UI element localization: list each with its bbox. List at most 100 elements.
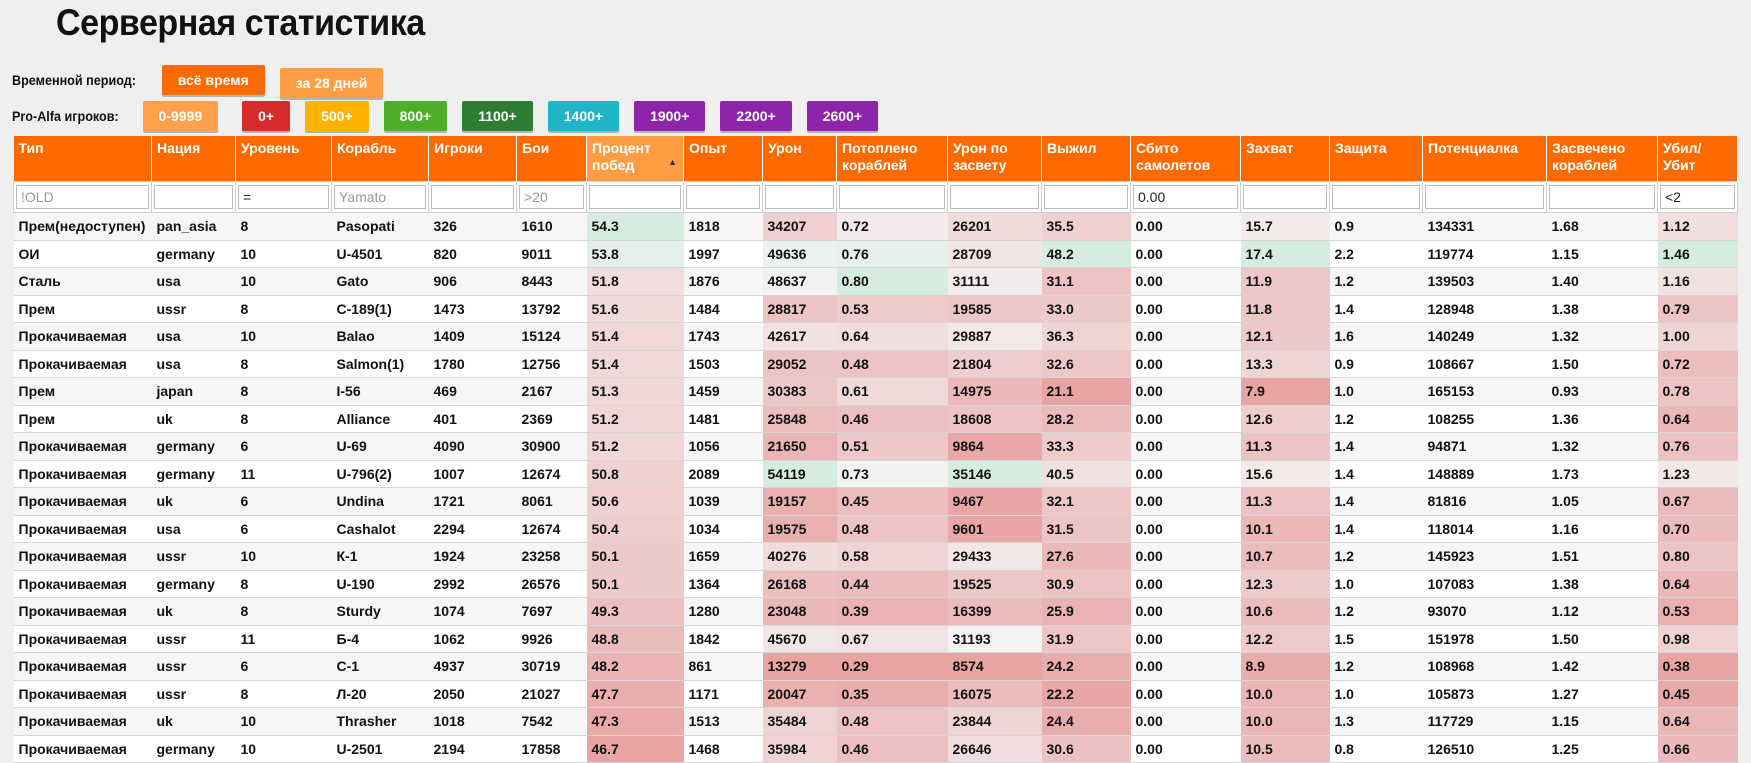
column-filter-input[interactable] bbox=[238, 185, 329, 209]
column-header[interactable]: Сбито самолетов bbox=[1130, 136, 1241, 182]
table-cell: 50.4 bbox=[586, 515, 684, 543]
column-filter-input[interactable] bbox=[16, 185, 149, 209]
column-header[interactable]: Бои bbox=[516, 136, 587, 182]
table-cell: 1.32 bbox=[1546, 322, 1658, 351]
table-cell: Прокачиваемая bbox=[13, 542, 152, 571]
column-filter-input[interactable] bbox=[1133, 185, 1238, 209]
table-cell: 1.12 bbox=[1546, 597, 1658, 626]
column-header[interactable]: Потенциалка bbox=[1422, 136, 1547, 182]
column-header[interactable]: Урон по засвету bbox=[947, 136, 1042, 182]
table-cell: Прокачиваемая bbox=[13, 625, 152, 653]
table-cell: 1876 bbox=[683, 267, 763, 296]
table-cell: 46.7 bbox=[586, 735, 684, 763]
column-header-label: Убил/ Убит bbox=[1663, 140, 1702, 173]
table-cell: 51.8 bbox=[586, 267, 684, 296]
table-cell: 108968 bbox=[1422, 652, 1547, 681]
column-header[interactable]: Тип bbox=[13, 136, 152, 182]
column-header-label: Потенциалка bbox=[1428, 140, 1519, 156]
column-filter-input[interactable] bbox=[950, 185, 1039, 209]
column-filter-input[interactable] bbox=[1243, 185, 1327, 209]
table-row: Прокачиваемая germany 8 U-190 2992 26576 50.1 1… bbox=[13, 570, 1738, 598]
column-header[interactable]: Уровень bbox=[235, 136, 332, 182]
table-cell: japan bbox=[151, 377, 236, 406]
table-cell: U-69 bbox=[331, 432, 429, 461]
column-header[interactable]: Потоплено кораблей bbox=[836, 136, 948, 182]
table-cell: 1.51 bbox=[1546, 542, 1658, 571]
column-filter-input[interactable] bbox=[1425, 185, 1544, 209]
column-header[interactable]: Игроки bbox=[428, 136, 517, 182]
players-0-9999-button[interactable]: 0-9999 bbox=[142, 101, 219, 131]
header-row: Тип Нация Уровень Корабль Игроки Бои Процент п… bbox=[13, 136, 1738, 182]
column-filter-cell bbox=[683, 181, 763, 213]
column-header[interactable]: Урон bbox=[762, 136, 837, 182]
players-800-plus-button[interactable]: 800+ bbox=[383, 101, 448, 131]
table-cell: 107083 bbox=[1422, 570, 1547, 598]
column-header[interactable]: Засвечено кораблей bbox=[1546, 136, 1658, 182]
column-filter-input[interactable] bbox=[1044, 185, 1128, 209]
players-2600-plus-button[interactable]: 2600+ bbox=[806, 101, 879, 131]
column-header[interactable]: Выжил bbox=[1041, 136, 1131, 182]
column-filter-input[interactable] bbox=[154, 185, 233, 209]
table-cell: 1468 bbox=[683, 735, 763, 763]
table-cell: 31.9 bbox=[1041, 625, 1131, 653]
table-cell: 15.7 bbox=[1240, 212, 1330, 241]
table-row: Прем ussr 8 С-189(1) 1473 13792 51.6 1484 28817 0… bbox=[13, 295, 1738, 323]
table-cell: 1.5 bbox=[1329, 625, 1423, 653]
column-header[interactable]: Защита bbox=[1329, 136, 1423, 182]
table-cell: 0.9 bbox=[1329, 350, 1423, 378]
column-filter-cell bbox=[13, 181, 152, 213]
column-header[interactable]: Корабль bbox=[331, 136, 429, 182]
column-header[interactable]: Нация bbox=[151, 136, 236, 182]
table-cell: 1018 bbox=[428, 707, 517, 736]
column-header[interactable]: Опыт bbox=[683, 136, 763, 182]
column-filter-input[interactable] bbox=[839, 185, 945, 209]
column-filter-input[interactable] bbox=[1660, 185, 1735, 209]
table-cell: 11.9 bbox=[1240, 267, 1330, 296]
table-cell: ОИ bbox=[13, 240, 152, 268]
table-cell: 51.4 bbox=[586, 350, 684, 378]
column-header-label: Бои bbox=[522, 140, 550, 156]
table-cell: 0.00 bbox=[1130, 625, 1241, 653]
column-header[interactable]: Убил/ Убит bbox=[1657, 136, 1738, 182]
period-28-days-button[interactable]: за 28 дней bbox=[279, 68, 384, 98]
column-filter-input[interactable] bbox=[431, 185, 514, 209]
table-cell: 19585 bbox=[947, 295, 1042, 323]
column-filter-input[interactable] bbox=[519, 185, 584, 209]
column-filter-input[interactable] bbox=[1549, 185, 1655, 209]
players-0-plus-button[interactable]: 0+ bbox=[242, 101, 291, 131]
table-cell: 1364 bbox=[683, 570, 763, 598]
table-cell: 1.12 bbox=[1657, 212, 1738, 241]
column-filter-cell bbox=[1329, 181, 1423, 213]
column-filter-input[interactable] bbox=[686, 185, 760, 209]
players-500-plus-button[interactable]: 500+ bbox=[305, 101, 369, 131]
players-1900-plus-button[interactable]: 1900+ bbox=[634, 101, 706, 131]
table-cell: 1.4 bbox=[1329, 432, 1423, 461]
column-filter-input[interactable] bbox=[1332, 185, 1420, 209]
players-2200-plus-button[interactable]: 2200+ bbox=[720, 101, 792, 131]
column-filter-input[interactable] bbox=[334, 185, 426, 209]
table-cell: 0.64 bbox=[1657, 405, 1738, 433]
column-header[interactable]: Процент побед ▲ bbox=[586, 136, 684, 182]
table-cell: Прокачиваемая bbox=[13, 570, 152, 598]
table-row: Прокачиваемая germany 10 U-2501 2194 17858 46.… bbox=[13, 735, 1738, 763]
table-cell: 469 bbox=[428, 377, 517, 406]
table-cell: 1.4 bbox=[1329, 460, 1423, 488]
players-1100-plus-button[interactable]: 1100+ bbox=[462, 101, 533, 131]
table-cell: 13.3 bbox=[1240, 350, 1330, 378]
page: Серверная статистика Временной период: в… bbox=[0, 0, 1751, 763]
table-cell: Прем bbox=[13, 377, 152, 406]
table-cell: Gato bbox=[331, 267, 429, 296]
period-all-time-button[interactable]: всё время bbox=[161, 65, 265, 95]
column-filter-input[interactable] bbox=[589, 185, 681, 209]
table-cell: Прем(недоступен) bbox=[13, 212, 152, 241]
column-header[interactable]: Захват bbox=[1240, 136, 1330, 182]
table-cell: 1062 bbox=[428, 625, 517, 653]
column-filter-cell bbox=[762, 181, 837, 213]
table-cell: 0.53 bbox=[836, 295, 948, 323]
table-cell: Прокачиваемая bbox=[13, 350, 152, 378]
table-cell: 50.6 bbox=[586, 487, 684, 516]
table-cell: 26201 bbox=[947, 212, 1042, 241]
column-filter-input[interactable] bbox=[765, 185, 834, 209]
players-1400-plus-button[interactable]: 1400+ bbox=[547, 101, 620, 131]
column-header-label: Засвечено кораблей bbox=[1552, 140, 1626, 173]
